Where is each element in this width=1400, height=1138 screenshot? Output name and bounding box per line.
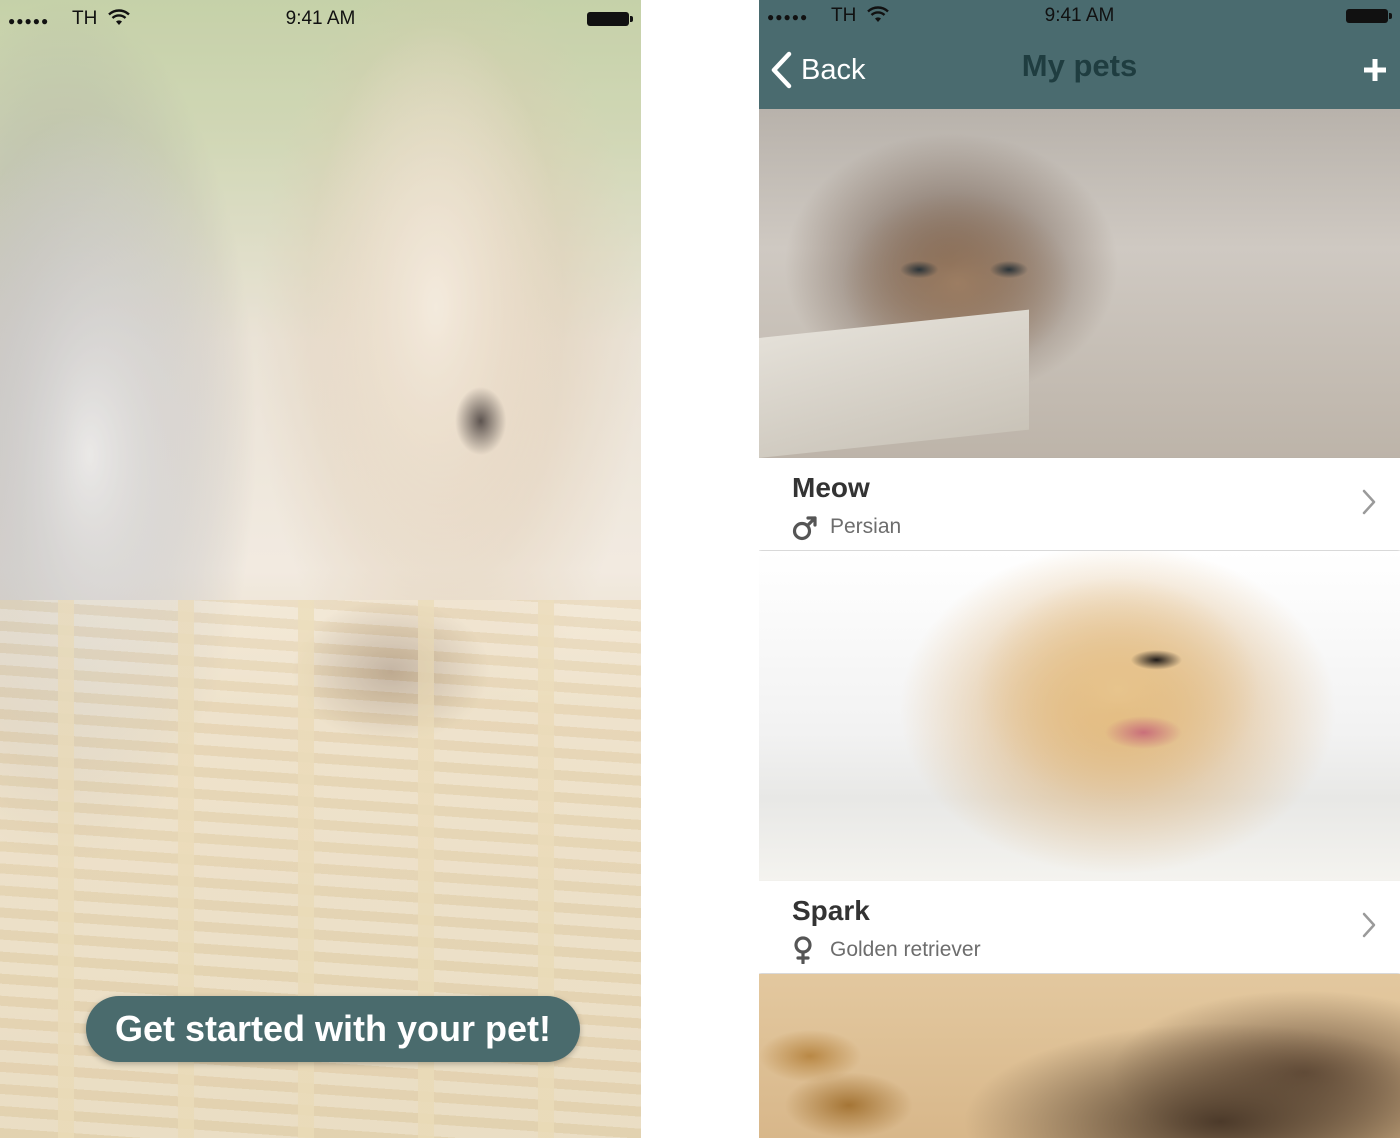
status-time: 9:41 AM xyxy=(1044,5,1115,26)
pet-breed: Golden retriever xyxy=(830,938,981,961)
pet-photo-golden-retriever-puppy[interactable] xyxy=(759,551,1400,881)
pet-list-item[interactable]: Meow Persian xyxy=(759,458,1400,550)
status-time: 9:41 AM xyxy=(285,8,356,29)
pet-details: Persian xyxy=(792,512,901,542)
chevron-right-icon xyxy=(1362,489,1376,515)
pet-photo-chipmunk[interactable] xyxy=(759,974,1400,1138)
male-symbol-icon xyxy=(792,516,817,541)
battery-icon xyxy=(587,12,633,26)
pet-details: Golden retriever xyxy=(792,935,981,965)
welcome-screen: ●●●●● TH 9:41 AM Get started with your p… xyxy=(0,0,641,1138)
battery-icon xyxy=(1346,9,1392,23)
back-label: Back xyxy=(801,53,866,86)
plus-icon xyxy=(1364,58,1386,81)
status-bar: ●●●●● TH 9:41 AM xyxy=(0,0,641,38)
pet-list-item[interactable]: Spark Golden retriever xyxy=(759,881,1400,973)
chevron-right-icon xyxy=(1362,912,1376,938)
get-started-button[interactable]: Get started with your pet! xyxy=(86,996,580,1062)
pet-name: Spark xyxy=(792,895,870,926)
my-pets-screen: ●●●●● TH 9:41 AM Back My pets Meow Persi… xyxy=(759,0,1400,1138)
female-symbol-icon xyxy=(794,936,812,964)
pet-breed: Persian xyxy=(830,515,902,538)
chevron-left-icon xyxy=(771,51,792,89)
pet-photo-kitten[interactable] xyxy=(759,109,1400,458)
navigation-bar: ●●●●● TH 9:41 AM Back My pets xyxy=(759,0,1400,109)
add-pet-button[interactable] xyxy=(1360,56,1390,86)
background-photo-puppies xyxy=(0,0,641,1138)
back-button[interactable]: Back xyxy=(769,50,865,90)
status-bar: ●●●●● TH 9:41 AM xyxy=(759,0,1400,34)
pet-name: Meow xyxy=(792,472,870,503)
